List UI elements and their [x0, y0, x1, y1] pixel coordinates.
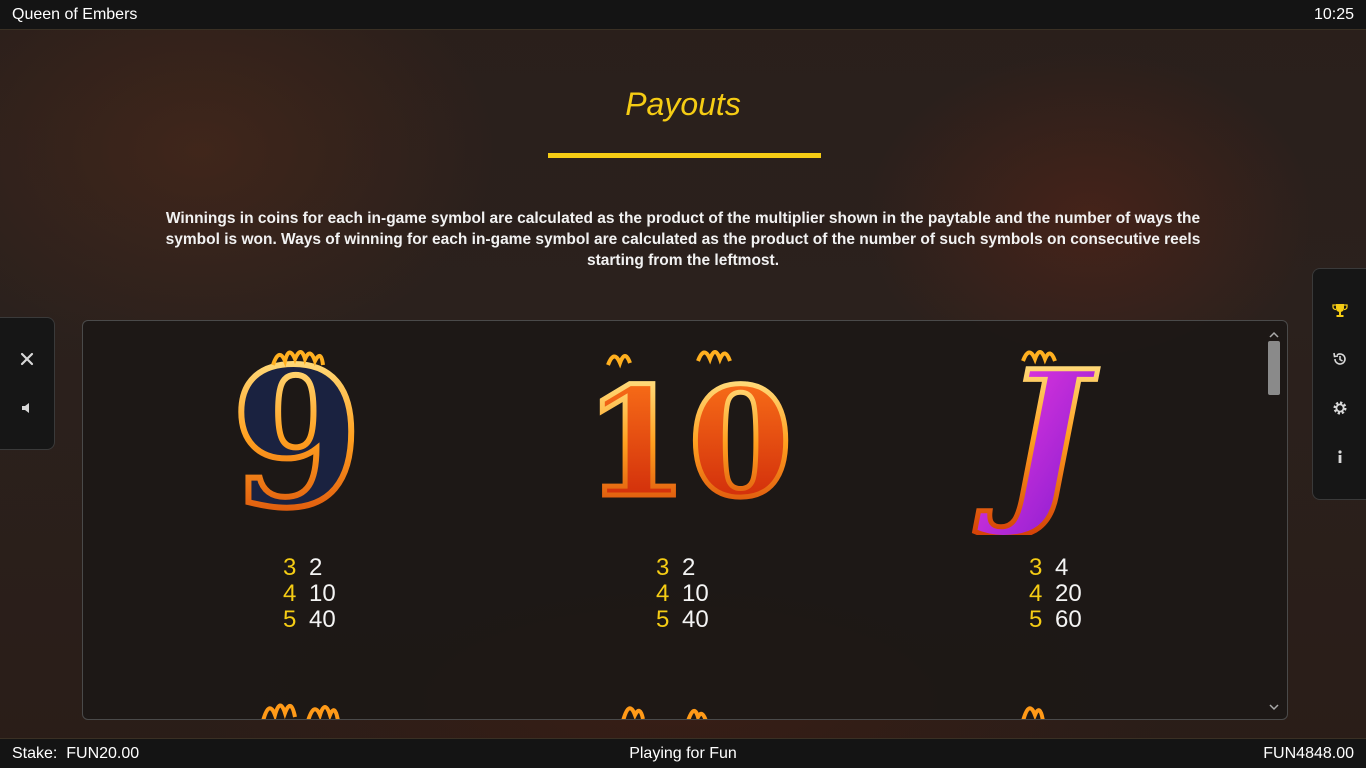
- paytable-scrollbar[interactable]: [1267, 329, 1281, 713]
- payout-row: 32: [283, 554, 323, 581]
- trophy-icon: [1332, 304, 1348, 317]
- payout-row: 4 10: [283, 580, 336, 607]
- close-button[interactable]: [12, 344, 42, 374]
- payout-row: 5 60: [1029, 606, 1082, 633]
- symbol-10-payouts: 32 4 10 5 40: [656, 555, 709, 633]
- next-symbol-flames-icon: [261, 703, 340, 719]
- settings-button[interactable]: [1325, 393, 1355, 423]
- ten-symbol-icon: 10: [582, 350, 795, 534]
- title-underline: [548, 153, 821, 158]
- balance: FUN4848.00: [1263, 745, 1354, 762]
- right-control-panel: [1312, 268, 1366, 500]
- scroll-up-button[interactable]: [1267, 329, 1281, 341]
- close-icon: [20, 352, 34, 366]
- sound-icon: [22, 403, 29, 413]
- payout-row: 4 20: [1029, 580, 1082, 607]
- sound-button[interactable]: [12, 393, 42, 423]
- game-title: Queen of Embers: [12, 5, 138, 23]
- payout-row: 5 40: [283, 606, 336, 633]
- symbol-j: J: [963, 335, 1223, 719]
- nine-symbol-icon: 9: [228, 335, 366, 535]
- payout-row: 34: [1029, 554, 1069, 581]
- payout-row: 32: [656, 554, 696, 581]
- info-icon: [1338, 450, 1342, 463]
- paytable-button[interactable]: [1325, 295, 1355, 325]
- scroll-down-button[interactable]: [1267, 701, 1281, 713]
- history-button[interactable]: [1325, 344, 1355, 374]
- symbol-9-payouts: 32 4 10 5 40: [283, 555, 336, 633]
- j-symbol-icon: J: [972, 335, 1101, 535]
- symbol-10: 10: [578, 335, 838, 719]
- next-symbol-flames-icon: [1021, 706, 1045, 719]
- payout-row: 5 40: [656, 606, 709, 633]
- svg-text:J: J: [974, 335, 1098, 535]
- page-title: Payouts: [625, 86, 741, 122]
- settings-icon: [1333, 401, 1347, 415]
- payout-row: 4 10: [656, 580, 709, 607]
- svg-text:9: 9: [231, 335, 363, 535]
- left-control-panel: [0, 317, 55, 450]
- bottom-bar: Stake: FUN20.00 Playing for Fun FUN4848.…: [0, 738, 1366, 768]
- chevron-down-icon: [1269, 704, 1279, 711]
- info-button[interactable]: [1325, 442, 1355, 472]
- svg-text:10: 10: [584, 355, 793, 531]
- chevron-up-icon: [1269, 331, 1279, 338]
- payout-description: Winnings in coins for each in-game symbo…: [165, 210, 1201, 269]
- next-symbol-flames-icon: [621, 706, 708, 719]
- scroll-thumb[interactable]: [1268, 341, 1280, 395]
- symbol-9: 9: [213, 335, 473, 719]
- play-mode: Playing for Fun: [629, 745, 737, 762]
- history-icon: [1333, 352, 1346, 365]
- symbol-j-payouts: 34 4 20 5 60: [1029, 555, 1082, 633]
- paytable-panel[interactable]: 9 32 4 10 5 40 10 32 4 10 5 40 J 3 4 4 2…: [82, 320, 1288, 720]
- clock: 10:25: [1313, 5, 1354, 23]
- top-bar: Queen of Embers 10:25: [0, 0, 1366, 30]
